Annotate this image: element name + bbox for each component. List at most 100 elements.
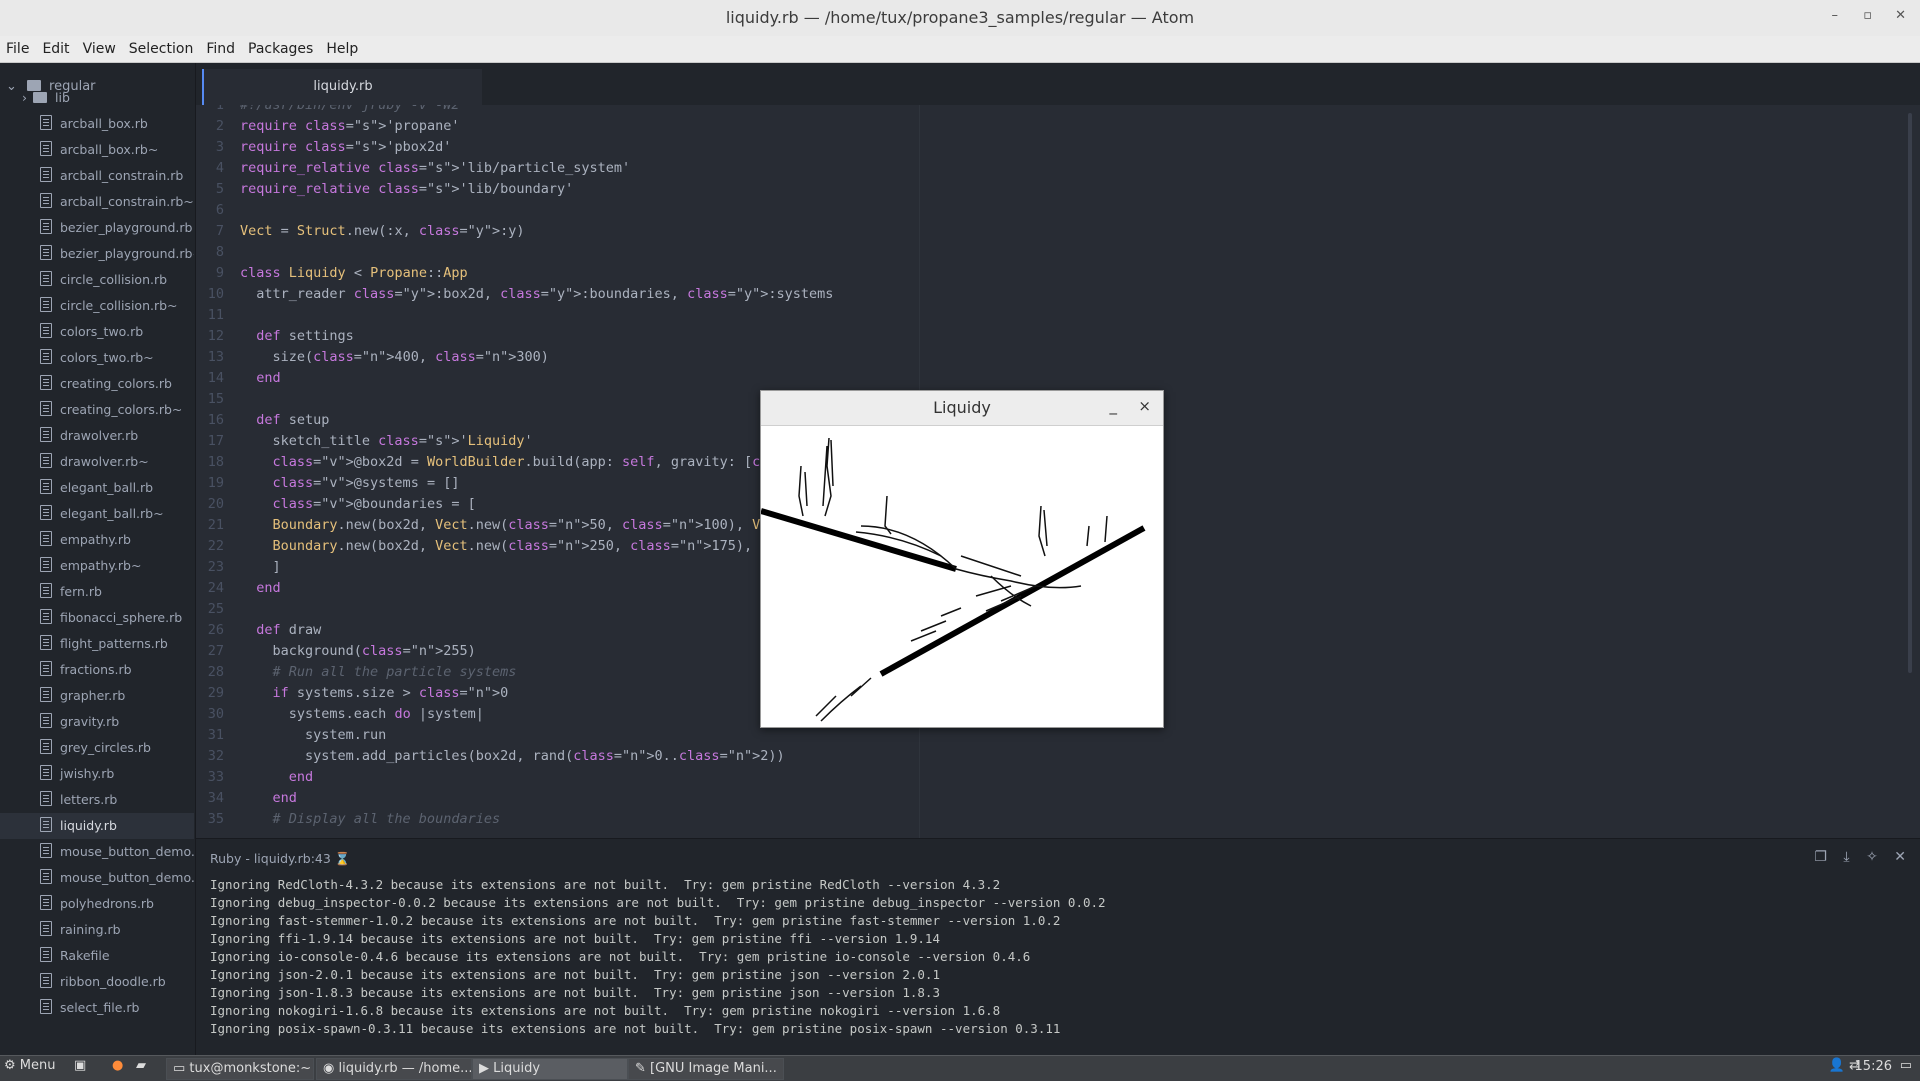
tree-file-item[interactable]: ribbon_doodle.rb: [0, 969, 194, 995]
tree-file-label: elegant_ball.rb~: [60, 506, 164, 521]
start-menu-button[interactable]: ⚙ Menu: [4, 1058, 56, 1073]
menu-file[interactable]: File: [0, 36, 36, 57]
tree-file-item[interactable]: jwishy.rb: [0, 761, 194, 787]
tree-file-item[interactable]: empathy.rb: [0, 527, 194, 553]
file-icon: [40, 583, 52, 598]
clock[interactable]: 15:26: [1855, 1059, 1892, 1074]
tree-file-item[interactable]: elegant_ball.rb~: [0, 501, 194, 527]
tree-file-label: letters.rb: [60, 792, 118, 807]
code-line: 13 size(class="n">400, class="n">300): [196, 347, 549, 368]
line-number: 22: [207, 538, 224, 554]
tree-file-label: liquidy.rb: [60, 818, 117, 833]
tree-file-item[interactable]: circle_collision.rb: [0, 267, 194, 293]
menu-packages[interactable]: Packages: [242, 36, 320, 57]
menu-find[interactable]: Find: [200, 36, 242, 57]
file-icon: [40, 323, 52, 338]
menu-view[interactable]: View: [77, 36, 123, 57]
code-text: Vect = Struct.new(:x, class="y">:y): [240, 223, 525, 239]
taskbar-item-gimp[interactable]: ✎ [GNU Image Mani...: [628, 1058, 784, 1080]
tree-file-label: creating_colors.rb: [60, 376, 172, 391]
file-icon: [40, 375, 52, 390]
tree-file-item[interactable]: fractions.rb: [0, 657, 194, 683]
settings-icon[interactable]: ✧: [1866, 849, 1878, 865]
tree-file-item[interactable]: mouse_button_demo.r: [0, 839, 194, 865]
line-number: 34: [207, 790, 224, 806]
file-icon: [40, 635, 52, 650]
tree-file-item[interactable]: grey_circles.rb: [0, 735, 194, 761]
tree-file-item[interactable]: letters.rb: [0, 787, 194, 813]
notification-icon[interactable]: ▭: [1900, 1058, 1912, 1073]
taskbar-item-atom[interactable]: ◉ liquidy.rb — /home...: [316, 1058, 472, 1080]
tree-file-item[interactable]: circle_collision.rb~: [0, 293, 194, 319]
copy-icon[interactable]: ❐: [1814, 849, 1827, 865]
tree-file-item[interactable]: fern.rb: [0, 579, 194, 605]
tree-file-item[interactable]: empathy.rb~: [0, 553, 194, 579]
editor-scrollbar[interactable]: [1908, 113, 1912, 673]
menu-selection[interactable]: Selection: [123, 36, 201, 57]
code-line: 34 end: [196, 788, 297, 809]
tree-file-item[interactable]: mouse_button_demo.r: [0, 865, 194, 891]
line-number: 28: [207, 664, 224, 680]
tree-file-item[interactable]: polyhedrons.rb: [0, 891, 194, 917]
tree-file-item[interactable]: drawolver.rb: [0, 423, 194, 449]
code-text: system.run: [240, 727, 387, 743]
code-line: 31 system.run: [196, 725, 387, 746]
taskbar-item-liquidy[interactable]: ▶ Liquidy: [472, 1058, 628, 1080]
tree-file-item[interactable]: Rakefile: [0, 943, 194, 969]
line-number: 21: [207, 517, 224, 533]
tree-file-item[interactable]: select_file.rb: [0, 995, 194, 1021]
file-icon: [40, 973, 52, 988]
file-icon: [40, 193, 52, 208]
code-line: 14 end: [196, 368, 281, 389]
close-icon[interactable]: ✕: [1894, 849, 1906, 865]
tree-file-item[interactable]: fibonacci_sphere.rb: [0, 605, 194, 631]
menu-edit[interactable]: Edit: [36, 36, 76, 57]
window-maximize-button[interactable]: ▫: [1863, 8, 1872, 23]
tree-file-item[interactable]: bezier_playground.rb: [0, 215, 194, 241]
tree-file-item[interactable]: drawolver.rb~: [0, 449, 194, 475]
tree-file-item[interactable]: arcball_box.rb: [0, 111, 194, 137]
file-manager-icon[interactable]: ▰: [136, 1058, 146, 1073]
sketch-minimize-button[interactable]: _: [1110, 397, 1118, 415]
console-line: Ignoring json-1.8.3 because its extensio…: [210, 985, 940, 1000]
tree-file-item[interactable]: colors_two.rb: [0, 319, 194, 345]
tree-file-item[interactable]: creating_colors.rb~: [0, 397, 194, 423]
show-desktop-icon[interactable]: ▣: [74, 1058, 86, 1073]
tree-file-label: raining.rb: [60, 922, 121, 937]
taskbar-item-atom-label: liquidy.rb — /home...: [338, 1061, 472, 1076]
tree-file-item[interactable]: liquidy.rb: [0, 813, 194, 839]
tree-file-item[interactable]: creating_colors.rb: [0, 371, 194, 397]
code-line: 19 class="v">@systems = []: [196, 473, 460, 494]
sketch-close-button[interactable]: ×: [1138, 397, 1151, 415]
menu-help[interactable]: Help: [320, 36, 365, 57]
tree-folder-lib[interactable]: › lib: [0, 85, 194, 111]
tree-file-label: colors_two.rb~: [60, 350, 154, 365]
code-text: def settings: [256, 328, 354, 344]
tree-file-item[interactable]: arcball_constrain.rb~: [0, 189, 194, 215]
tab-liquidy[interactable]: liquidy.rb: [202, 69, 482, 105]
sketch-window-title: Liquidy: [933, 398, 991, 417]
tree-file-item[interactable]: flight_patterns.rb: [0, 631, 194, 657]
taskbar-item-terminal[interactable]: ▭ tux@monkstone:~: [166, 1058, 314, 1080]
tree-file-item[interactable]: gravity.rb: [0, 709, 194, 735]
liquidy-sketch-window[interactable]: Liquidy _ ×: [760, 390, 1164, 728]
code-text: background(class="n">255): [240, 643, 476, 659]
tree-file-item[interactable]: grapher.rb: [0, 683, 194, 709]
code-line: 29 if systems.size > class="n">0: [196, 683, 509, 704]
tree-file-item[interactable]: elegant_ball.rb: [0, 475, 194, 501]
firefox-icon[interactable]: ●: [112, 1058, 123, 1073]
tree-file-label: empathy.rb~: [60, 558, 142, 573]
window-minimize-button[interactable]: –: [1832, 8, 1839, 23]
download-icon[interactable]: ⤓: [1843, 849, 1849, 865]
code-text: if systems.size > class="n">0: [272, 685, 509, 701]
tree-file-item[interactable]: bezier_playground.rb~: [0, 241, 194, 267]
tree-file-item[interactable]: arcball_constrain.rb: [0, 163, 194, 189]
tree-file-item[interactable]: raining.rb: [0, 917, 194, 943]
sketch-window-titlebar[interactable]: Liquidy _ ×: [761, 391, 1163, 426]
tree-file-label: circle_collision.rb: [60, 272, 168, 287]
window-close-button[interactable]: ✕: [1895, 8, 1906, 23]
line-number: 12: [207, 328, 224, 344]
console-line: Ignoring RedCloth-4.3.2 because its exte…: [210, 877, 1001, 892]
tree-file-item[interactable]: arcball_box.rb~: [0, 137, 194, 163]
tree-file-item[interactable]: colors_two.rb~: [0, 345, 194, 371]
